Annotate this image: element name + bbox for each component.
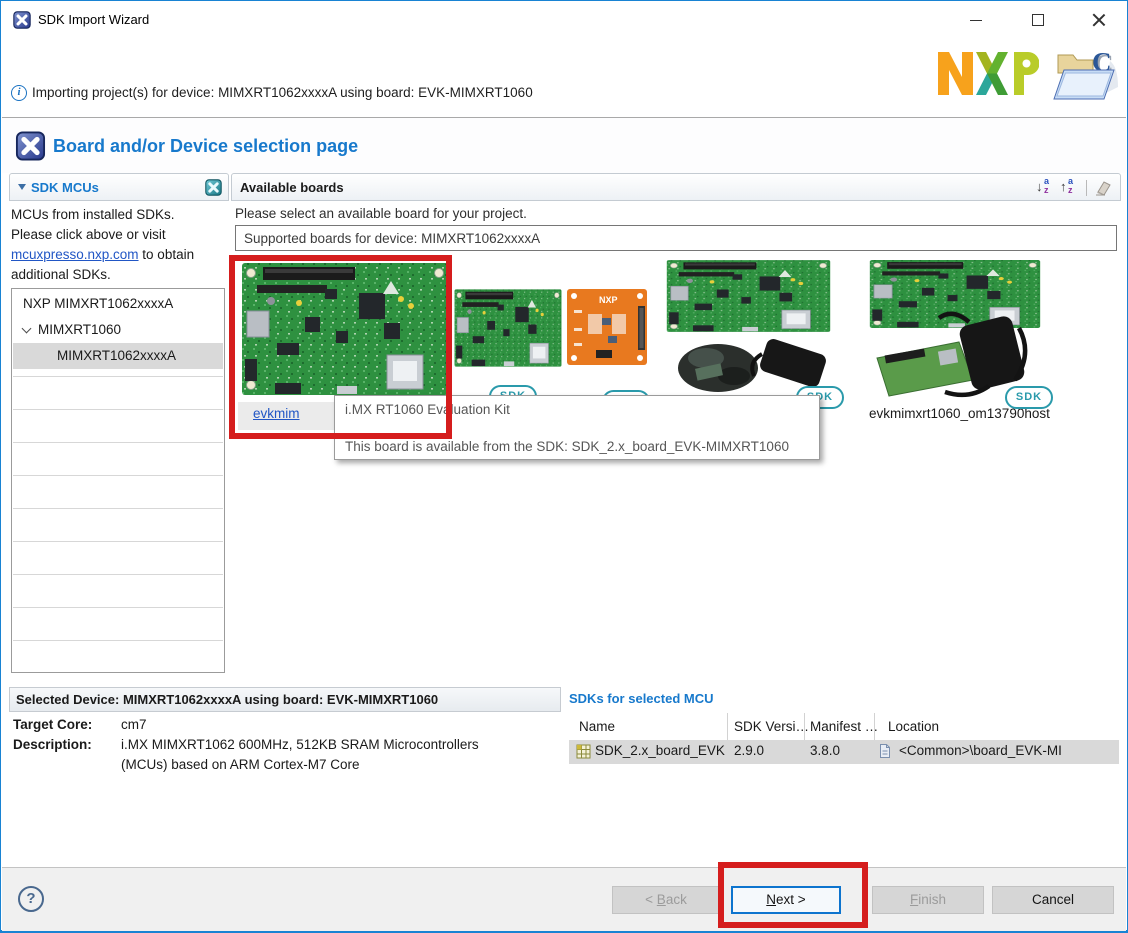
description-line1: i.MX MIMXRT1062 600MHz, 512KB SRAM Micro…	[121, 737, 479, 752]
annotation-highlight-next	[718, 862, 868, 928]
sort-ascending-icon[interactable]: ↓az	[1036, 178, 1056, 198]
title-bar: SDK Import Wizard	[1, 1, 1127, 39]
cell-manifest-version: 3.8.0	[810, 743, 840, 758]
button-bar: ? < Back Next > Finish Cancel	[2, 868, 1126, 931]
board-image-4-kit[interactable]	[666, 258, 831, 401]
cell-sdk-version: 2.9.0	[734, 743, 764, 758]
svg-text:NXP: NXP	[599, 295, 618, 305]
sdk-mcus-close-icon[interactable]	[205, 179, 222, 196]
collapse-twisty-icon[interactable]	[18, 184, 26, 190]
location-file-icon	[879, 743, 891, 759]
desc-line3: to obtain	[139, 247, 195, 262]
sdk-mcus-title: SDK MCUs	[18, 180, 99, 195]
description-label: Description:	[13, 737, 92, 752]
target-core-label: Target Core:	[13, 717, 92, 732]
finish-button[interactable]: Finish	[872, 886, 984, 914]
selected-device-text: Selected Device: MIMXRT1062xxxxA using b…	[16, 692, 438, 707]
mcuxpresso-banner-icon	[15, 131, 46, 161]
board-image-2[interactable]	[454, 287, 562, 369]
description-line2: (MCUs) based on ARM Cortex-M7 Core	[121, 757, 360, 772]
selected-device-header: Selected Device: MIMXRT1062xxxxA using b…	[9, 687, 561, 712]
minimize-button[interactable]	[959, 9, 993, 33]
info-icon: i	[11, 85, 27, 101]
help-button[interactable]: ?	[18, 886, 44, 912]
window-title: SDK Import Wizard	[38, 12, 149, 27]
annotation-highlight-board	[229, 255, 452, 439]
import-folder-icon: C C	[1052, 47, 1120, 103]
back-button[interactable]: < Back	[612, 886, 720, 914]
sdk-import-wizard-window: SDK Import Wizard i Importing project(s)…	[0, 0, 1128, 933]
board-image-3-orange[interactable]: NXP	[566, 288, 648, 366]
close-button[interactable]	[1081, 9, 1115, 33]
wizard-banner: Board and/or Device selection page	[2, 117, 1126, 173]
cell-sdk-name: SDK_2.x_board_EVK-M	[595, 743, 725, 758]
tree-item-mimxrt1062-selected[interactable]: MIMXRT1062xxxxA	[13, 343, 223, 369]
page-title: Board and/or Device selection page	[53, 136, 358, 157]
sort-descending-icon[interactable]: ↑az	[1060, 178, 1080, 198]
cancel-button[interactable]: Cancel	[992, 886, 1114, 914]
board-instruction: Please select an available board for you…	[235, 206, 527, 221]
sdk-package-grid-icon	[576, 744, 591, 759]
desc-line4: additional SDKs.	[11, 267, 111, 282]
chevron-down-icon[interactable]	[22, 324, 32, 334]
nxp-logo	[936, 49, 1039, 98]
minimize-icon	[970, 20, 982, 21]
available-boards-title: Available boards	[240, 180, 344, 195]
tooltip-body: This board is available from the SDK: SD…	[345, 439, 789, 454]
cell-location: <Common>\board_EVK-MI	[899, 743, 1119, 758]
close-icon	[1092, 13, 1105, 26]
col-header-manifest[interactable]: Manifest …	[810, 719, 878, 734]
sdk-mcus-header: SDK MCUs	[9, 173, 229, 201]
maximize-button[interactable]	[1021, 9, 1055, 33]
mcuxpresso-link[interactable]: mcuxpresso.nxp.com	[11, 247, 139, 262]
wizard-info-text: Importing project(s) for device: MIMXRT1…	[32, 85, 533, 100]
board-filter-input[interactable]	[235, 225, 1117, 251]
sdks-for-mcu-title: SDKs for selected MCU	[569, 691, 713, 706]
mcu-tree: NXP MIMXRT1062xxxxA MIMXRT1060 MIMXRT106…	[11, 288, 225, 673]
tree-item-nxp-root[interactable]: NXP MIMXRT1062xxxxA	[13, 291, 223, 317]
col-header-location[interactable]: Location	[888, 719, 939, 734]
desc-line2: Please click above or visit	[11, 227, 166, 242]
col-header-sdk-version[interactable]: SDK Versi…	[734, 719, 809, 734]
col-header-name[interactable]: Name	[579, 719, 615, 734]
tree-item-mimxrt1060[interactable]: MIMXRT1060	[13, 317, 223, 343]
sdk-badge-5: SDK	[1005, 386, 1053, 409]
board-image-5-host[interactable]	[869, 258, 1041, 401]
target-core-value: cm7	[121, 717, 147, 732]
available-boards-header: Available boards ↓az ↑az	[231, 173, 1121, 201]
mcuxpresso-app-icon	[13, 11, 31, 29]
sdk-mcus-description: MCUs from installed SDKs. Please click a…	[11, 205, 227, 285]
maximize-icon	[1032, 14, 1044, 26]
desc-line1: MCUs from installed SDKs.	[11, 207, 175, 222]
clear-filter-eraser-icon[interactable]	[1094, 180, 1112, 196]
